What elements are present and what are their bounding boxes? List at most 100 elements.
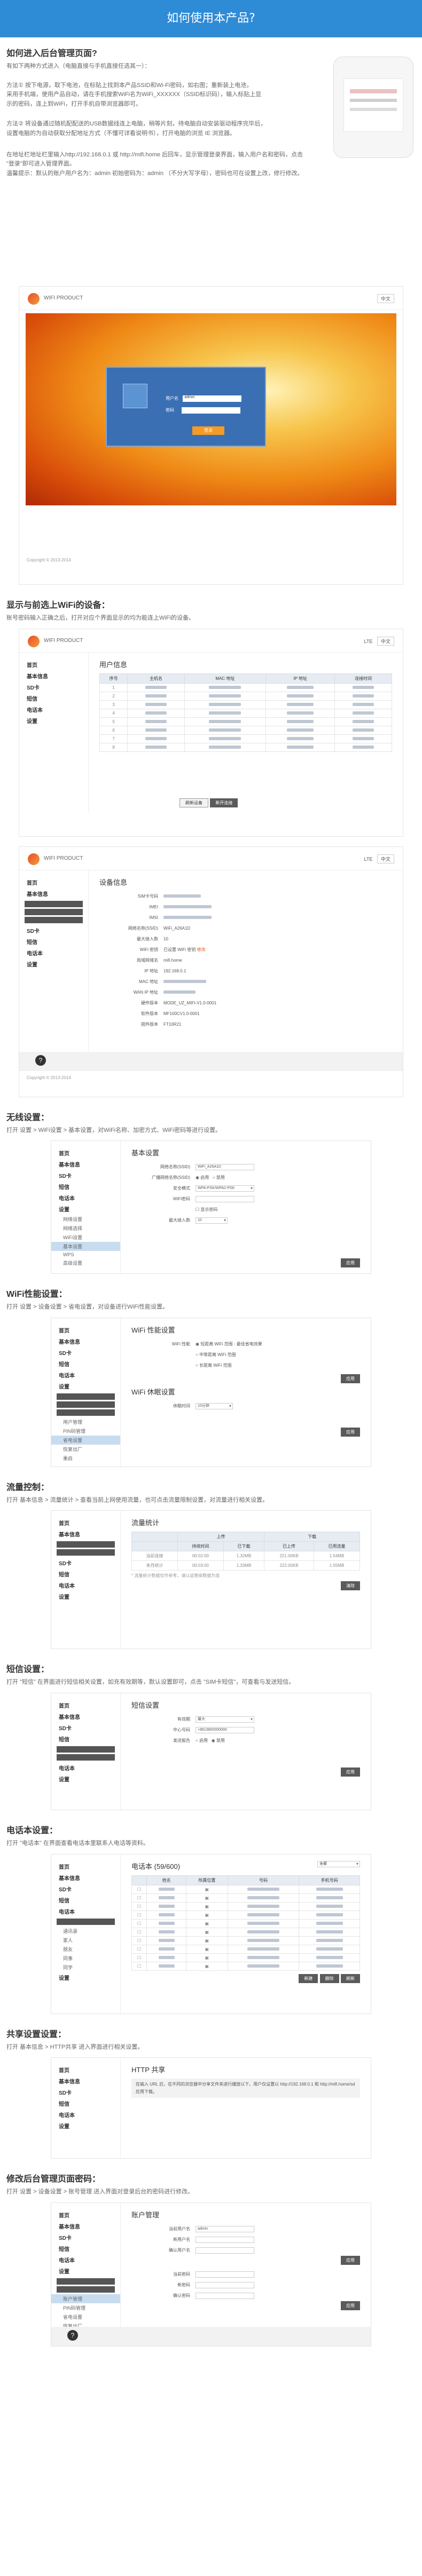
nav-basic[interactable]: 基本信息 [51, 1872, 120, 1883]
table-row[interactable]: ☐ ▣ [131, 1884, 360, 1894]
table-row[interactable]: ☐ ▣ [131, 1919, 360, 1928]
nav-sub[interactable]: 用户管理 [51, 1417, 120, 1426]
table-row[interactable]: 2 [99, 691, 392, 701]
report-on-radio[interactable]: ○ 启用 [196, 1738, 208, 1743]
nav-sub-bar[interactable] [25, 908, 83, 915]
show-password-checkbox[interactable]: ☐ 显示密码 [196, 1207, 217, 1212]
nav-sub-bar[interactable] [57, 1409, 115, 1416]
nav-settings[interactable]: 设置 [51, 1972, 120, 1983]
apply-button[interactable]: 应用 [341, 2301, 360, 2310]
table-row[interactable]: 4 [99, 708, 392, 718]
help-icon[interactable]: ? [67, 2329, 78, 2341]
nav-sd[interactable]: SD卡 [51, 2087, 120, 2098]
validity-select[interactable]: 最大 [196, 1716, 254, 1723]
nav-sub[interactable]: 朋友 [51, 1945, 120, 1954]
nav-sub-bar[interactable] [57, 1549, 115, 1556]
confirm-username-input[interactable] [196, 2247, 254, 2254]
nav-sms[interactable]: 短信 [51, 1733, 120, 1745]
nav-home[interactable]: 首页 [51, 1517, 120, 1528]
nav-sms[interactable]: 短信 [51, 1358, 120, 1369]
table-row[interactable]: ☐ ▣ [131, 1953, 360, 1962]
table-row[interactable]: ☐ ▣ [131, 1910, 360, 1920]
login-button[interactable]: 登录 [192, 426, 224, 435]
table-row[interactable]: 5 [99, 717, 392, 726]
table-row[interactable]: 8 [99, 742, 392, 752]
nav-home[interactable]: 首页 [51, 1861, 120, 1872]
nav-sub[interactable]: WiFi设置 [51, 1233, 120, 1242]
nav-sub[interactable]: 恢复出厂 [51, 1445, 120, 1454]
nav-sub[interactable]: 网络设置 [51, 1215, 120, 1224]
table-row[interactable]: ☐ ▣ [131, 1936, 360, 1945]
table-row[interactable]: ☐ ▣ [131, 1893, 360, 1903]
nav-sub-bar[interactable] [57, 1541, 115, 1548]
nav-sub-bar[interactable] [25, 900, 83, 907]
nav-sub[interactable]: 省电设置 [51, 2312, 120, 2321]
nav-settings[interactable]: 设置 [19, 958, 88, 970]
nav-settings[interactable]: 设置 [51, 1591, 120, 1602]
nav-home[interactable]: 首页 [51, 1147, 120, 1159]
refresh-contacts-button[interactable]: 刷新 [341, 1973, 360, 1983]
nav-settings[interactable]: 设置 [51, 2265, 120, 2277]
confirm-password-input[interactable] [196, 2292, 254, 2299]
nav-sms[interactable]: 短信 [51, 1181, 120, 1192]
nav-sms[interactable]: 短信 [51, 1895, 120, 1906]
nav-home[interactable]: 首页 [19, 659, 88, 670]
nav-home[interactable]: 首页 [51, 2209, 120, 2221]
wifi-password-input[interactable] [196, 1196, 254, 1203]
nav-settings[interactable]: 设置 [19, 715, 88, 726]
nav-home[interactable]: 首页 [51, 2064, 120, 2075]
nav-sub-bar[interactable] [57, 1746, 115, 1753]
nav-sub-bar[interactable] [57, 2286, 115, 2293]
center-number-input[interactable]: +8613800000000 [196, 1726, 254, 1733]
perf-option-radio[interactable]: ○ 中等距离 WiFi 范围 [196, 1352, 236, 1357]
current-username-input[interactable]: admin [196, 2225, 254, 2232]
reset-button[interactable]: 清除 [341, 1581, 360, 1591]
nav-sms[interactable]: 短信 [51, 2098, 120, 2109]
nav-phonebook[interactable]: 电话本 [51, 1192, 120, 1203]
apply-button[interactable]: 应用 [341, 1374, 360, 1383]
new-contact-button[interactable]: 新建 [299, 1973, 318, 1983]
new-password-input[interactable] [196, 2281, 254, 2288]
sleep-select[interactable]: 10分钟 [196, 1402, 233, 1409]
table-row[interactable]: ☐ ▣ [131, 1927, 360, 1937]
security-mode-select[interactable]: WPA-PSK/WPA2-PSK [196, 1185, 254, 1192]
nav-basic[interactable]: 基本信息 [51, 1528, 120, 1540]
nav-sub[interactable]: 同学 [51, 1963, 120, 1972]
nav-sms[interactable]: 短信 [19, 693, 88, 704]
nav-sub[interactable]: WPS [51, 1251, 120, 1258]
ssid-input[interactable]: WiFi_A26A1D [196, 1164, 254, 1171]
nav-sd[interactable]: SD卡 [51, 2232, 120, 2243]
nav-sub[interactable]: 通讯录 [51, 1927, 120, 1936]
table-row[interactable]: 7 [99, 734, 392, 743]
nav-basic[interactable]: 基本信息 [19, 888, 88, 899]
table-row[interactable]: 1 [99, 683, 392, 692]
table-row[interactable]: ☐ ▣ [131, 1901, 360, 1911]
help-icon[interactable]: ? [35, 1055, 46, 1066]
nav-home[interactable]: 首页 [51, 1700, 120, 1711]
table-row[interactable]: ☐ ▣ [131, 1961, 360, 1971]
username-input[interactable]: admin [183, 395, 242, 402]
nav-basic[interactable]: 基本信息 [51, 2221, 120, 2232]
nav-phonebook[interactable]: 电话本 [51, 1762, 120, 1773]
nav-sub[interactable]: 家人 [51, 1936, 120, 1945]
nav-sub-bar[interactable] [57, 2278, 115, 2285]
nav-sub[interactable]: 重启 [51, 1454, 120, 1463]
modify-link[interactable]: 修改 [197, 947, 206, 952]
new-username-input[interactable] [196, 2236, 254, 2243]
nav-sms[interactable]: 短信 [51, 2243, 120, 2254]
language-select[interactable]: 中文 [377, 636, 394, 646]
nav-basic[interactable]: 基本信息 [51, 1159, 120, 1170]
disconnect-button[interactable]: 断开连接 [210, 798, 238, 807]
delete-contact-button[interactable]: 删除 [319, 1973, 339, 1983]
nav-sub[interactable]: 高级设置 [51, 1258, 120, 1267]
nav-settings[interactable]: 设置 [51, 1203, 120, 1215]
nav-phonebook[interactable]: 电话本 [19, 947, 88, 958]
nav-sub-bar[interactable] [57, 1393, 115, 1400]
nav-sd[interactable]: SD卡 [19, 681, 88, 693]
table-row[interactable]: 6 [99, 725, 392, 735]
nav-sub-active[interactable]: 省电设置 [51, 1435, 120, 1445]
nav-sd[interactable]: SD卡 [51, 1722, 120, 1733]
nav-sd[interactable]: SD卡 [51, 1883, 120, 1895]
apply-button[interactable]: 应用 [341, 1767, 360, 1777]
nav-sms[interactable]: 短信 [19, 936, 88, 947]
